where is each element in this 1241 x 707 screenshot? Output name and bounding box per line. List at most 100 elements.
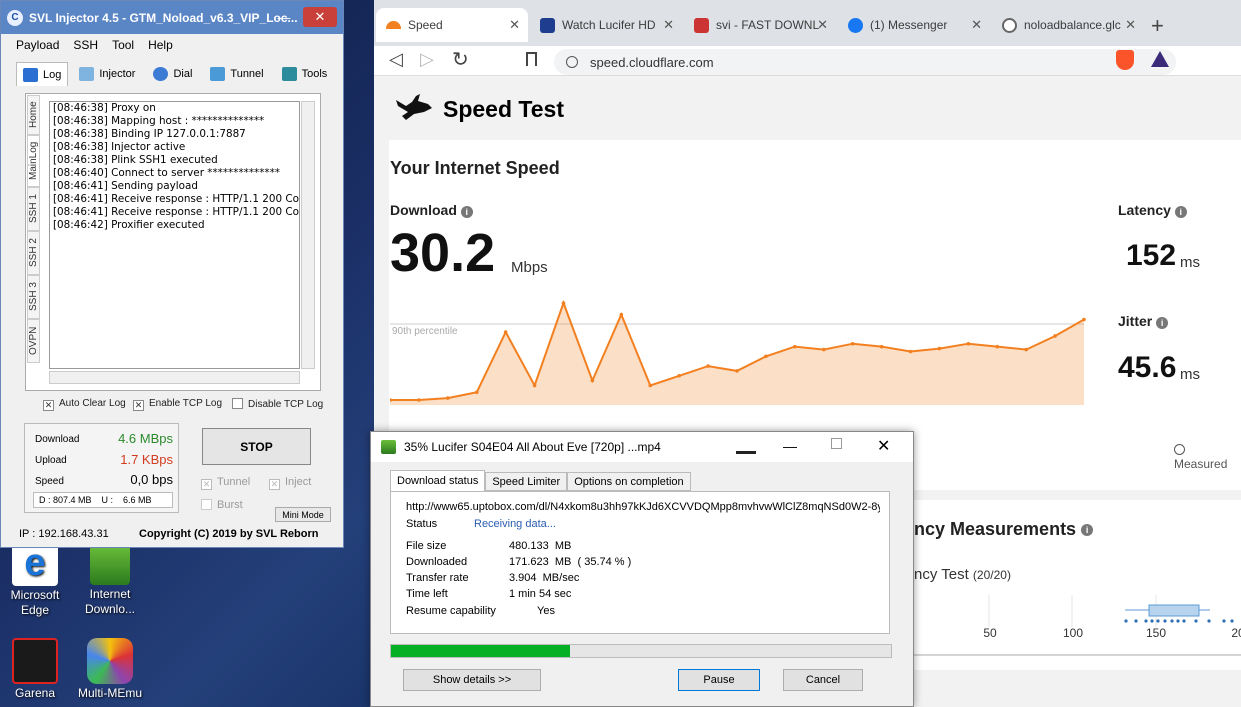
latency-test-label: ncy Test (20/20) (914, 566, 1011, 583)
desktop-icon-garena[interactable]: Garena (0, 638, 75, 701)
stop-button[interactable]: STOP (202, 428, 311, 465)
side-tab-mainlog[interactable]: MainLog (27, 135, 40, 187)
garena-icon (12, 638, 58, 684)
back-icon[interactable]: ◁ (389, 49, 403, 70)
desktop-icon-label: Downlo... (84, 602, 136, 616)
checkbox-label: Auto Clear Log (59, 398, 126, 409)
menu-payload[interactable]: Payload (16, 38, 59, 52)
disable-tcp-log-checkbox[interactable]: Disable TCP Log (232, 398, 323, 410)
speed-point (474, 390, 479, 395)
close-tab-icon[interactable]: ✕ (817, 17, 828, 33)
side-tab-ssh3[interactable]: SSH 3 (27, 275, 40, 319)
log-line: [08:46:38] Proxy on (53, 102, 156, 114)
navigation-bar: ◁ ▷ ↻ speed.cloudflare.com (374, 46, 1241, 76)
menu-ssh[interactable]: SSH (73, 38, 98, 52)
upload-label: Upload (35, 455, 67, 466)
minimize-icon[interactable]: — (783, 438, 797, 454)
pause-button[interactable]: Pause (678, 669, 760, 691)
brave-shield-icon[interactable] (1116, 50, 1134, 70)
speed-point (1053, 334, 1057, 338)
close-icon[interactable]: ✕ (303, 7, 337, 27)
upload-value: 1.7 KBps (120, 452, 173, 467)
menu-tool[interactable]: Tool (112, 38, 134, 52)
app-icon: C (7, 9, 23, 26)
log-vertical-scrollbar[interactable] (301, 101, 315, 369)
download-status-panel: http://www65.uptobox.com/dl/N4xkom8u3hh9… (390, 491, 890, 634)
side-tab-ssh1[interactable]: SSH 1 (27, 187, 40, 231)
brave-rewards-icon[interactable] (1151, 51, 1169, 67)
desktop-icon-multi-memu[interactable]: Multi-MEmu (70, 638, 150, 701)
browser-tab-speed[interactable]: Speed ✕ (376, 8, 528, 42)
enable-tcp-log-checkbox[interactable]: ✕ Enable TCP Log (133, 398, 222, 411)
film-icon (540, 17, 555, 33)
inject-checkbox[interactable]: ✕ Inject (269, 476, 311, 490)
info-icon[interactable]: i (1156, 317, 1169, 329)
tab-download-status[interactable]: Download status (390, 470, 486, 491)
checkbox-label: Disable TCP Log (248, 399, 324, 410)
log-horizontal-scrollbar[interactable] (49, 371, 300, 384)
close-tab-icon[interactable]: ✕ (971, 17, 982, 33)
checkbox-checked-icon: ✕ (43, 400, 54, 411)
close-tab-icon[interactable]: ✕ (1125, 17, 1136, 33)
side-tab-ovpn[interactable]: OVPN (27, 319, 40, 363)
close-tab-icon[interactable]: ✕ (663, 17, 674, 33)
close-tab-icon[interactable]: ✕ (509, 17, 520, 33)
cancel-button[interactable]: Cancel (783, 669, 863, 691)
auto-clear-log-checkbox[interactable]: ✕ Auto Clear Log (43, 398, 126, 411)
tab-tools[interactable]: Tools (275, 62, 335, 86)
desktop-icon-label: Garena (14, 686, 56, 700)
speed-point (706, 364, 710, 368)
show-details-button[interactable]: Show details >> (403, 669, 541, 691)
address-bar[interactable]: speed.cloudflare.com (554, 49, 1176, 75)
checkbox-unchecked-icon (201, 499, 212, 510)
tab-tunnel[interactable]: Tunnel (203, 62, 270, 86)
latency-label: Latency i (1118, 202, 1187, 218)
tab-options-on-completion[interactable]: Options on completion (567, 472, 691, 491)
browser-tab-lucifer[interactable]: Watch Lucifer HD ✕ (530, 8, 682, 42)
url-text: speed.cloudflare.com (590, 54, 714, 70)
info-icon[interactable]: i (1081, 524, 1094, 536)
speed-point (995, 344, 1000, 349)
maximize-icon[interactable] (831, 438, 842, 449)
side-tab-ssh2[interactable]: SSH 2 (27, 231, 40, 275)
close-icon[interactable]: ✕ (877, 436, 890, 456)
bookmark-icon[interactable] (526, 52, 537, 66)
browser-tab-svi[interactable]: svi - FAST DOWNL ✕ (684, 8, 836, 42)
tab-dial[interactable]: Dial (146, 62, 199, 86)
speed-point (735, 369, 739, 373)
info-icon[interactable]: i (1174, 206, 1187, 218)
tunnel-icon (210, 67, 226, 81)
log-line: [08:46:38] Mapping host : ************** (53, 115, 265, 127)
measured-label: Measured (1174, 443, 1241, 471)
tab-speed-limiter[interactable]: Speed Limiter (485, 472, 568, 491)
browser-tab-strip: Speed ✕ Watch Lucifer HD ✕ svi - FAST DOWN… (374, 0, 1241, 46)
cursor-arrow-icon (736, 451, 756, 454)
browser-tab-messenger[interactable]: (1) Messenger ✕ (838, 8, 990, 42)
desktop-icon-edge[interactable]: e Microsoft Edge (0, 540, 75, 618)
tab-injector[interactable]: Injector (72, 62, 142, 86)
mini-mode-button[interactable]: Mini Mode (275, 507, 331, 522)
menu-help[interactable]: Help (148, 38, 173, 52)
browser-tab-noload[interactable]: noloadbalance.glc ✕ (992, 8, 1144, 42)
browser-tab-label: Watch Lucifer HD (562, 18, 656, 32)
svl-injector-window: C SVL Injector 4.5 - GTM_Noload_v6.3_VIP… (0, 0, 344, 548)
log-textbox[interactable]: [08:46:38] Proxy on [08:46:38] Mapping ho… (49, 101, 300, 369)
transfer-rate-label: Transfer rate (406, 572, 469, 584)
reload-icon[interactable]: ↻ (452, 47, 469, 72)
minimize-icon[interactable]: — (273, 7, 295, 27)
desktop-icon-internet-download[interactable]: Internet Downlo... (70, 545, 150, 617)
tunnel-checkbox[interactable]: ✕ Tunnel (201, 476, 250, 490)
jitter-label: Jitter i (1118, 313, 1169, 329)
side-tab-home[interactable]: Home (27, 95, 40, 135)
burst-checkbox[interactable]: Burst (201, 499, 243, 511)
progress-fill (391, 645, 570, 657)
tab-log[interactable]: Log (16, 62, 69, 86)
forward-icon[interactable]: ▷ (420, 49, 434, 70)
info-icon[interactable]: i (460, 206, 473, 218)
label-text: ncy Test (914, 566, 969, 583)
idm-icon (90, 545, 130, 585)
speed-point (1024, 347, 1028, 352)
downloaded-value: 171.623 MB ( 35.74 % ) (509, 556, 632, 568)
resume-capability-label: Resume capability (406, 605, 496, 617)
new-tab-icon[interactable]: + (1151, 13, 1164, 39)
